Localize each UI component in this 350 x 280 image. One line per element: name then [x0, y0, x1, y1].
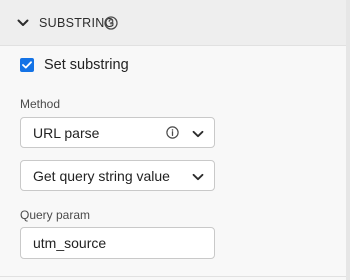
info-icon[interactable]	[166, 126, 179, 139]
chevron-down-icon	[192, 127, 204, 139]
method-label: Method	[20, 97, 61, 111]
section-header[interactable]: SUBSTRING	[0, 0, 346, 46]
method-option-picker[interactable]: Get query string value	[20, 160, 215, 191]
method-option-value: Get query string value	[33, 168, 170, 184]
divider	[0, 276, 346, 277]
panel-edge	[346, 0, 350, 280]
chevron-down-icon[interactable]	[16, 16, 30, 30]
query-param-label: Query param	[20, 208, 91, 222]
help-circle-icon[interactable]	[104, 16, 118, 30]
set-substring-checkbox[interactable]	[20, 58, 34, 72]
substring-panel: SUBSTRING Set substring Method URL parse	[0, 0, 346, 280]
query-param-input[interactable]	[20, 227, 215, 259]
method-picker[interactable]: URL parse	[20, 117, 215, 148]
chevron-down-icon	[192, 170, 204, 182]
checkmark-icon	[22, 61, 32, 69]
set-substring-label[interactable]: Set substring	[44, 57, 129, 74]
method-picker-value: URL parse	[33, 125, 100, 141]
